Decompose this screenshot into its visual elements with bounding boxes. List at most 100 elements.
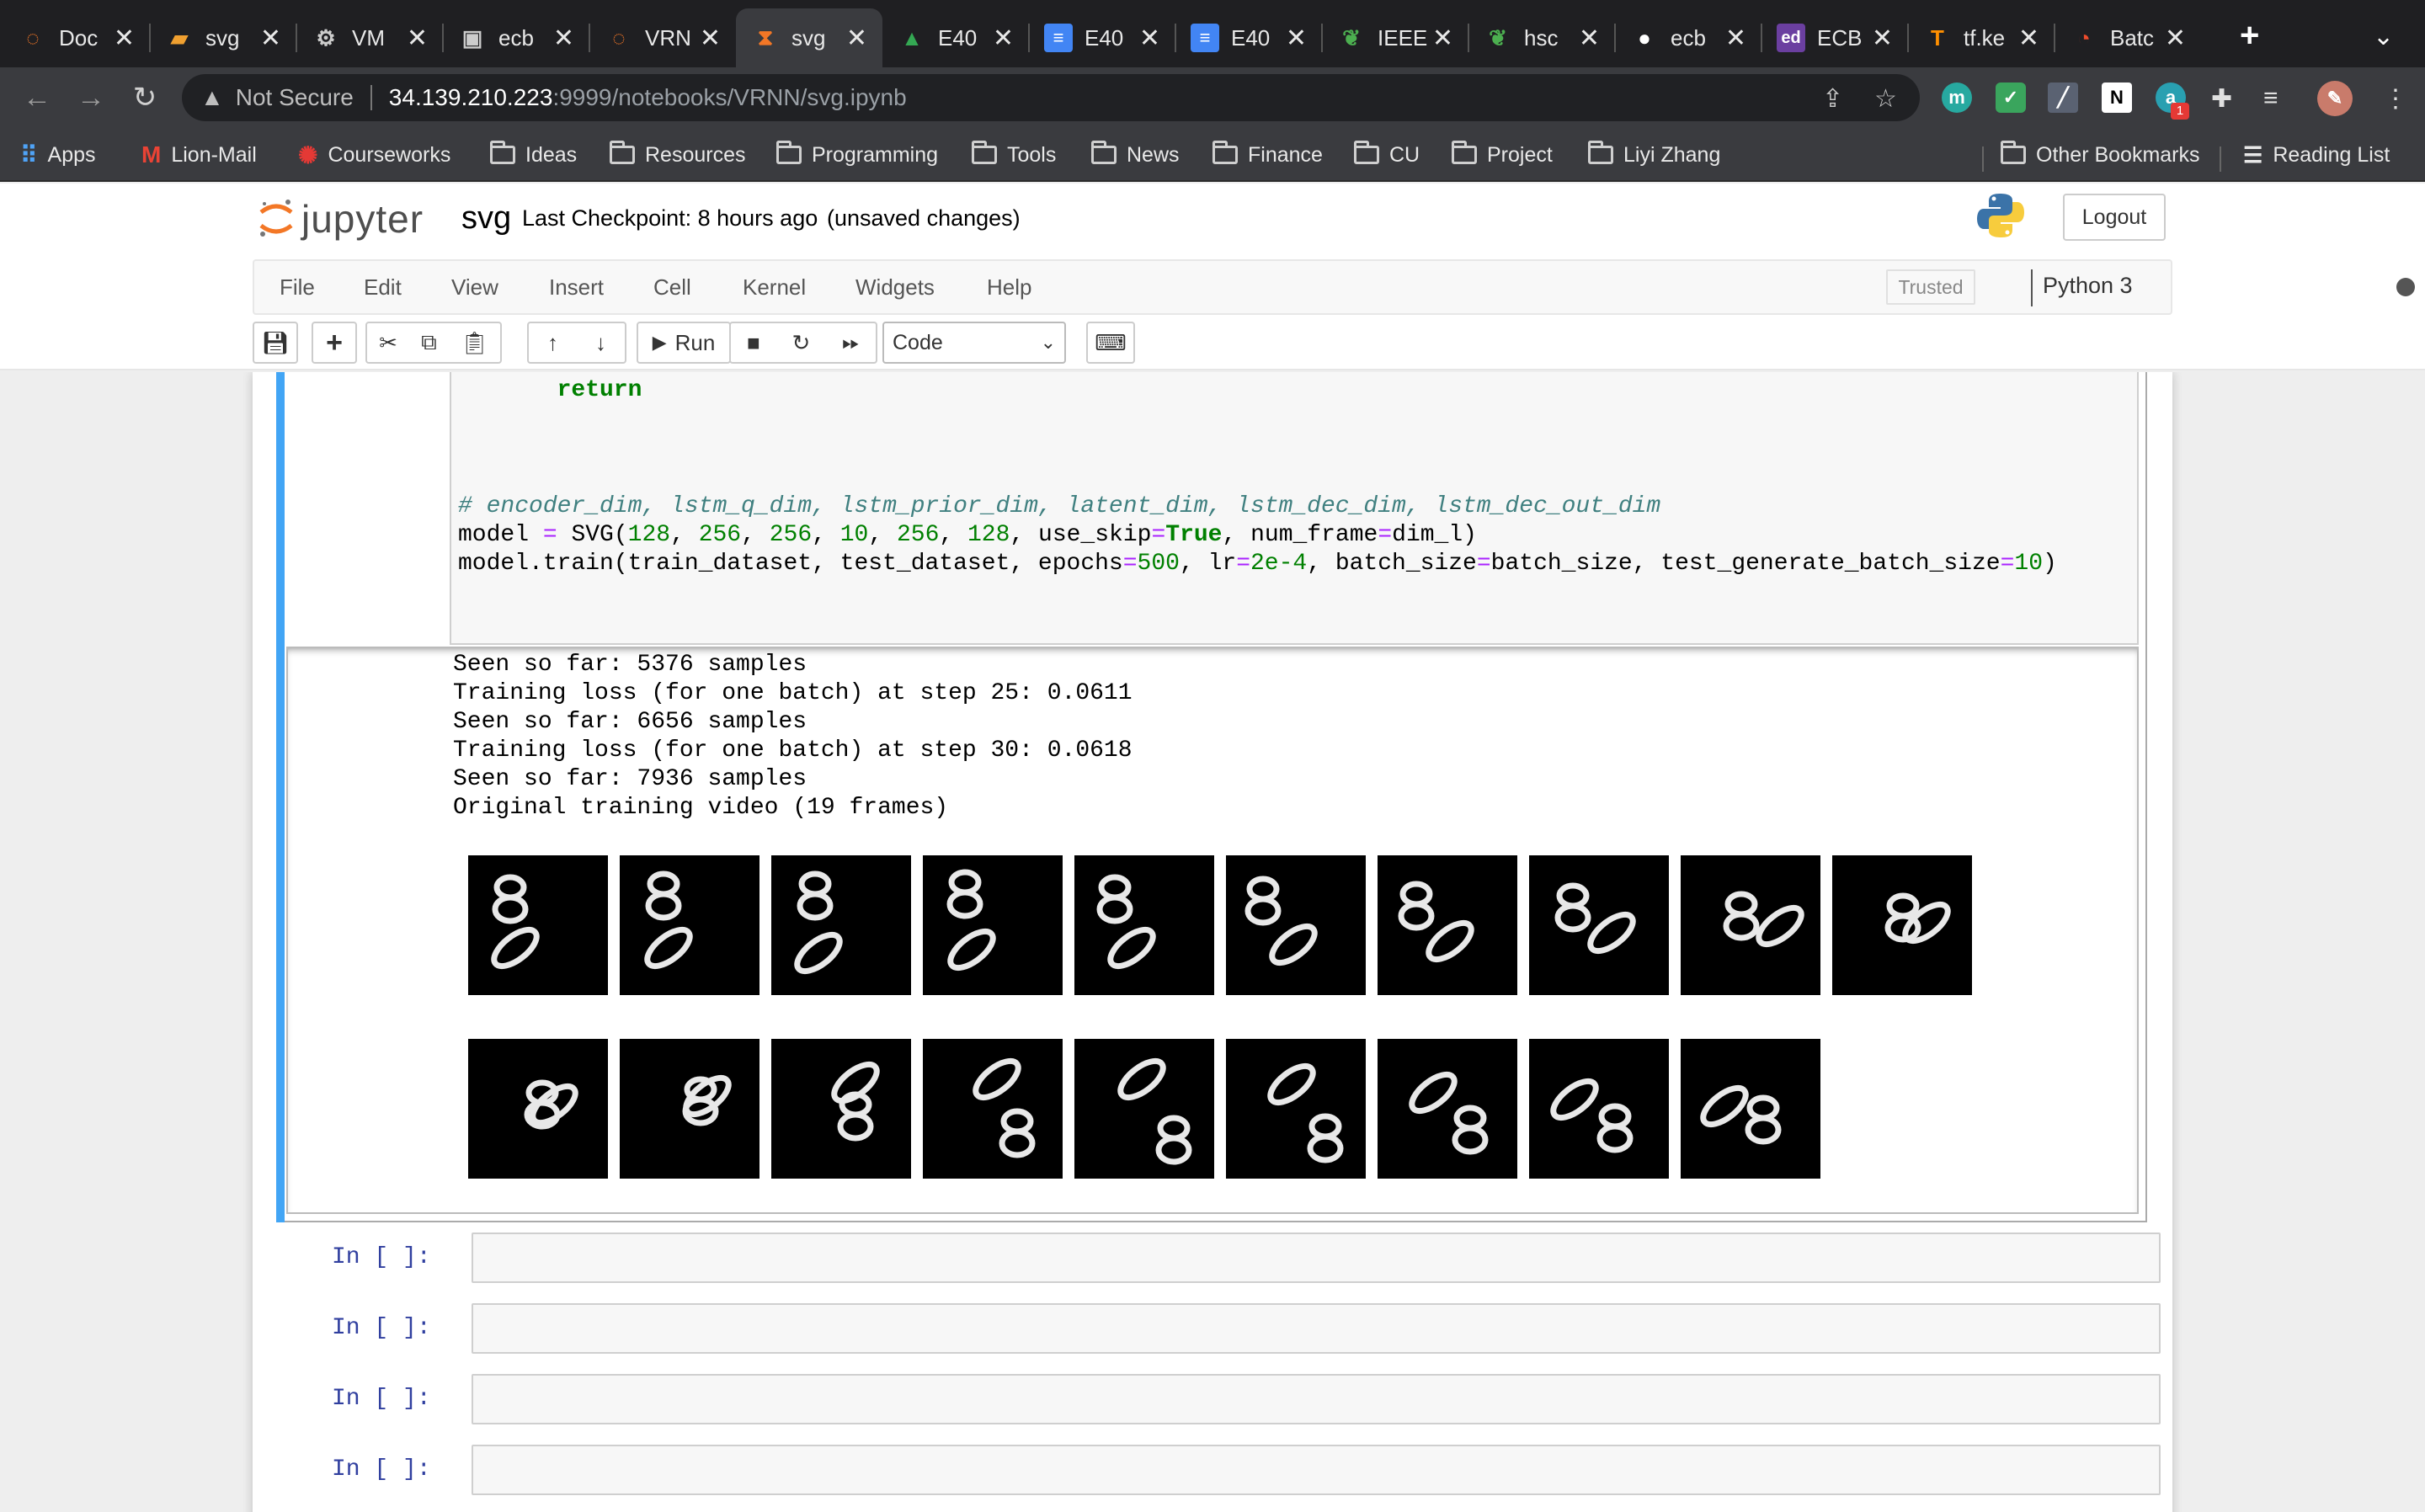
other-bookmarks-label: Other Bookmarks xyxy=(2036,142,2200,167)
code-input[interactable] xyxy=(472,1445,2161,1495)
forward-arrow-icon[interactable]: → xyxy=(72,79,109,116)
code-input[interactable] xyxy=(472,1374,2161,1424)
bookmark-resources[interactable]: Resources xyxy=(610,136,746,173)
reading-list[interactable]: ☰ Reading List xyxy=(2243,136,2390,173)
bookmark-courseworks[interactable]: ✺ Courseworks xyxy=(298,136,450,173)
address-bar[interactable]: ▲ Not Secure 34.139.210.223:9999/noteboo… xyxy=(182,74,1920,121)
playlist-icon[interactable]: ≡ xyxy=(2263,84,2278,113)
close-tab-icon[interactable]: ✕ xyxy=(260,24,281,53)
notebook-scroll-area[interactable]: return # encoder_dim, lstm_q_dim, lstm_p… xyxy=(0,372,2425,1512)
bookmark-news[interactable]: News xyxy=(1091,136,1180,173)
browser-tab[interactable]: ≡ E40 ✕ xyxy=(1175,8,1322,67)
browser-tab[interactable]: ▰ svg ✕ xyxy=(150,8,296,67)
code-input[interactable]: return # encoder_dim, lstm_q_dim, lstm_p… xyxy=(450,372,2139,645)
browser-tab[interactable]: ▲ E40 ✕ xyxy=(882,8,1029,67)
close-tab-icon[interactable]: ✕ xyxy=(553,24,574,53)
video-frame xyxy=(1529,855,1669,995)
empty-code-cell[interactable]: In [ ]: xyxy=(276,1374,2161,1424)
menu-help[interactable]: Help xyxy=(987,274,1031,301)
bookmark-apps[interactable]: ⠿ Apps xyxy=(20,136,96,173)
bookmark-cu[interactable]: CU xyxy=(1354,136,1420,173)
browser-tab[interactable]: ● ecb ✕ xyxy=(1615,8,1761,67)
restart-icon[interactable]: ↻ xyxy=(792,330,811,356)
browser-tab[interactable]: ▣ ecb ✕ xyxy=(443,8,589,67)
kernel-name[interactable]: Python 3 xyxy=(2043,273,2133,299)
bookmark-liyi-zhang[interactable]: Liyi Zhang xyxy=(1588,136,1720,173)
menu-edit[interactable]: Edit xyxy=(364,274,402,301)
close-tab-icon[interactable]: ✕ xyxy=(1432,24,1453,53)
tab-search-chevron-icon[interactable]: ⌄ xyxy=(2373,22,2394,51)
cell-output[interactable]: Seen so far: 5376 samples Training loss (… xyxy=(286,647,2139,1214)
back-arrow-icon[interactable]: ← xyxy=(19,79,56,116)
browser-tab[interactable]: ❦ hsc ✕ xyxy=(1468,8,1615,67)
reload-icon[interactable]: ↻ xyxy=(126,79,163,116)
insert-cell-button[interactable]: + xyxy=(312,322,357,364)
empty-code-cell[interactable]: In [ ]: xyxy=(276,1445,2161,1495)
run-button[interactable]: ▶ Run xyxy=(637,322,731,364)
menu-widgets[interactable]: Widgets xyxy=(855,274,935,301)
code-input[interactable] xyxy=(472,1303,2161,1354)
puzzle-extensions-icon[interactable]: ✚ xyxy=(2211,84,2232,114)
shield-extension-icon[interactable]: ✓ xyxy=(1996,83,2026,113)
close-tab-icon[interactable]: ✕ xyxy=(2018,24,2039,53)
close-tab-icon[interactable]: ✕ xyxy=(1286,24,1307,53)
m-extension-icon[interactable]: m xyxy=(1942,83,1972,113)
bookmark-star-icon[interactable]: ☆ xyxy=(1874,84,1897,114)
browser-tab[interactable]: ◔ Batc ✕ xyxy=(2055,8,2201,67)
profile-avatar[interactable]: ✎ xyxy=(2317,81,2353,116)
menu-file[interactable]: File xyxy=(280,274,315,301)
new-tab-button[interactable]: + xyxy=(2240,19,2259,52)
code-input[interactable] xyxy=(472,1232,2161,1283)
close-tab-icon[interactable]: ✕ xyxy=(700,24,721,53)
pen-extension-icon[interactable]: ╱ xyxy=(2048,83,2078,113)
close-tab-icon[interactable]: ✕ xyxy=(993,24,1014,53)
bookmark-ideas[interactable]: Ideas xyxy=(490,136,577,173)
close-tab-icon[interactable]: ✕ xyxy=(1725,24,1746,53)
bookmark-lion-mail[interactable]: M Lion-Mail xyxy=(141,136,257,173)
selected-code-cell[interactable]: return # encoder_dim, lstm_q_dim, lstm_p… xyxy=(276,372,2147,1222)
browser-tab[interactable]: ◌ Doc ✕ xyxy=(3,8,150,67)
menu-insert[interactable]: Insert xyxy=(549,274,604,301)
empty-code-cell[interactable]: In [ ]: xyxy=(276,1303,2161,1354)
paste-icon[interactable]: 📋︎ xyxy=(461,330,488,356)
browser-tab[interactable]: ⧗ svg ✕ xyxy=(736,8,882,67)
notion-icon[interactable]: N xyxy=(2102,83,2132,113)
stop-square-icon[interactable]: ■ xyxy=(747,330,760,356)
copy-icon[interactable]: ⧉ xyxy=(421,329,437,356)
arrow-down-icon[interactable]: ↓ xyxy=(595,330,606,356)
notebook-name[interactable]: svg xyxy=(461,200,511,237)
logout-button[interactable]: Logout xyxy=(2063,194,2166,241)
share-icon[interactable]: ⇪ xyxy=(1822,84,1843,114)
browser-tab[interactable]: ◌ VRN ✕ xyxy=(589,8,736,67)
cell-type-select[interactable]: Code ⌄ xyxy=(882,322,1066,364)
close-tab-icon[interactable]: ✕ xyxy=(2165,24,2186,53)
fast-forward-icon[interactable]: ⏩︎ xyxy=(842,329,860,356)
menu-view[interactable]: View xyxy=(451,274,498,301)
browser-tab[interactable]: ≡ E40 ✕ xyxy=(1029,8,1175,67)
browser-tab[interactable]: ed ECB ✕ xyxy=(1761,8,1908,67)
bookmark-finance[interactable]: Finance xyxy=(1212,136,1323,173)
close-tab-icon[interactable]: ✕ xyxy=(407,24,428,53)
browser-tab[interactable]: Ttf.ke ✕ xyxy=(1908,8,2055,67)
close-tab-icon[interactable]: ✕ xyxy=(846,24,867,53)
scissors-cut-icon[interactable]: ✂ xyxy=(379,330,397,356)
menu-cell[interactable]: Cell xyxy=(653,274,691,301)
arrow-up-icon[interactable]: ↑ xyxy=(547,330,558,356)
empty-code-cell[interactable]: In [ ]: xyxy=(276,1232,2161,1283)
jupyter-logo[interactable]: jupyter xyxy=(258,192,424,246)
close-tab-icon[interactable]: ✕ xyxy=(1579,24,1600,53)
close-tab-icon[interactable]: ✕ xyxy=(114,24,135,53)
close-tab-icon[interactable]: ✕ xyxy=(1872,24,1893,53)
bookmark-programming[interactable]: Programming xyxy=(776,136,938,173)
kebab-menu-icon[interactable]: ⋮ xyxy=(2383,84,2408,114)
bookmark-tools[interactable]: Tools xyxy=(972,136,1056,173)
other-bookmarks[interactable]: Other Bookmarks xyxy=(2001,136,2200,173)
close-tab-icon[interactable]: ✕ xyxy=(1139,24,1160,53)
menu-kernel[interactable]: Kernel xyxy=(743,274,806,301)
browser-tab[interactable]: ❦ IEEE ✕ xyxy=(1322,8,1468,67)
save-button[interactable]: 💾︎ xyxy=(253,322,298,364)
bookmark-project[interactable]: Project xyxy=(1452,136,1553,173)
trusted-indicator[interactable]: Trusted xyxy=(1886,269,1975,305)
browser-tab[interactable]: ⚙ VM ✕ xyxy=(296,8,443,67)
command-palette-button[interactable]: ⌨ xyxy=(1086,322,1135,364)
